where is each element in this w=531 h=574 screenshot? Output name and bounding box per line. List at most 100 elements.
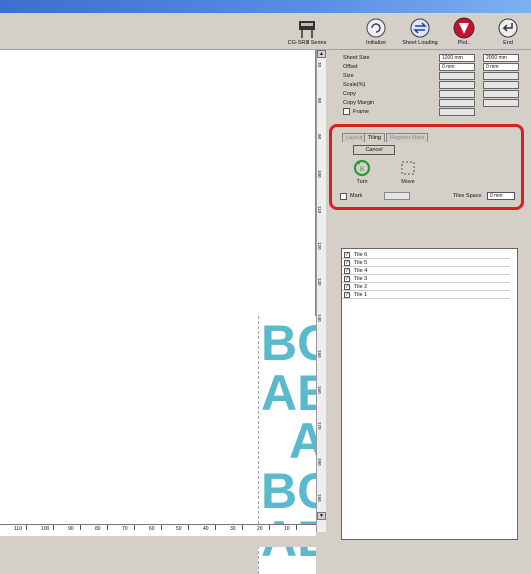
tile-checkbox[interactable]: ✓ — [344, 292, 350, 298]
copy-y-field — [483, 90, 519, 98]
initialize-button[interactable]: Initialize — [354, 17, 398, 49]
horizontal-scrollbar[interactable] — [0, 536, 316, 547]
vruler-label: 170 — [317, 422, 322, 430]
tab-tiling[interactable]: Tiling — [364, 133, 385, 142]
offset-x-field[interactable]: 0 mm — [439, 63, 475, 71]
preview-text-4: BC — [261, 463, 316, 519]
drawing-canvas[interactable]: BC AB A BC AB — [0, 50, 316, 574]
hruler-tick — [161, 525, 162, 530]
hruler-tick — [296, 525, 297, 530]
vruler-label: 110 — [317, 206, 322, 214]
hruler-label: 100 — [41, 526, 50, 532]
size-h-field — [483, 72, 519, 80]
size-w-field — [439, 72, 475, 80]
list-item[interactable]: ✓ Tile 5 — [342, 260, 510, 267]
tab-layout[interactable]: Layout — [342, 133, 367, 142]
copy-x-field — [439, 90, 475, 98]
tile-checkbox[interactable]: ✓ — [344, 268, 350, 274]
preview-text-2: AB — [261, 365, 316, 421]
frame-field — [439, 108, 475, 116]
turn-label: Turn — [356, 179, 368, 185]
hruler-tick — [80, 525, 81, 530]
hruler-label: 20 — [257, 526, 263, 532]
turn-button[interactable]: B Turn — [349, 159, 375, 185]
sheet-size-label: Sheet Size — [343, 55, 370, 61]
mark-label: Mark — [350, 193, 363, 199]
hruler-tick — [215, 525, 216, 530]
offset-label: Offset — [343, 64, 358, 70]
hruler-tick — [242, 525, 243, 530]
tile-label: Tile 2 — [354, 284, 368, 290]
move-button[interactable]: Move — [395, 159, 421, 185]
scale-row: Scale(%) — [343, 81, 531, 90]
vruler-label: 70 — [317, 62, 322, 68]
tile-checkbox[interactable]: ✓ — [344, 284, 350, 290]
copy-row: Copy — [343, 90, 531, 99]
tile-label: Tile 5 — [354, 260, 368, 266]
plot-button[interactable]: Plot.. — [442, 17, 486, 49]
offset-y-field[interactable]: 0 mm — [483, 63, 519, 71]
preview-text-1: BC — [261, 316, 316, 371]
hruler-label: 70 — [122, 526, 128, 532]
end-button[interactable]: End — [486, 17, 530, 49]
vruler-label: 90 — [317, 134, 322, 140]
list-item[interactable]: ✓ Tile 4 — [342, 268, 510, 275]
hruler-label: 60 — [149, 526, 155, 532]
title-bar — [0, 0, 531, 13]
tiles-space-field[interactable]: 0 mm — [487, 192, 515, 200]
mark-checkbox[interactable] — [340, 193, 347, 200]
list-item[interactable]: ✓ Tile 3 — [342, 276, 510, 283]
tile-label: Tile 3 — [354, 276, 368, 282]
hruler-tick — [134, 525, 135, 530]
scale-w-field — [439, 81, 475, 89]
hruler-label: 10 — [284, 526, 290, 532]
mark-field — [384, 192, 410, 200]
list-item[interactable]: ✓ Tile 2 — [342, 284, 510, 291]
vruler-label: 150 — [317, 350, 322, 358]
list-item[interactable]: ✓ Tile 6 — [342, 252, 510, 259]
hruler-label: 50 — [176, 526, 182, 532]
vruler-label: 140 — [317, 314, 322, 322]
tile-label: Tile 6 — [354, 252, 368, 258]
vruler-label: 180 — [317, 458, 322, 466]
size-row: Size — [343, 72, 531, 81]
copy-label: Copy — [343, 91, 356, 97]
tab-register-mark[interactable]: Register Mark — [386, 133, 429, 142]
hruler-tick — [53, 525, 54, 530]
refresh-icon — [366, 18, 386, 38]
sheet-height-field[interactable]: 2000 mm — [483, 54, 519, 62]
sheet-width-field[interactable]: 1200 mm — [439, 54, 475, 62]
tile-checkbox[interactable]: ✓ — [344, 276, 350, 282]
copy-margin-x-field — [439, 99, 475, 107]
horizontal-ruler: 110 100 90 80 70 60 50 40 30 20 10 — [0, 524, 316, 536]
scroll-up-button[interactable]: ▲ — [317, 50, 326, 58]
tile-list[interactable]: ✓ Tile 6 ✓ Tile 5 ✓ Tile 4 ✓ Tile 3 ✓ Tile 2 … — [341, 248, 518, 540]
tile-checkbox[interactable]: ✓ — [344, 252, 350, 258]
copy-margin-y-field — [483, 99, 519, 107]
plotter-device-button[interactable]: CG-SRⅢ Series — [285, 17, 329, 49]
hruler-label: 30 — [230, 526, 236, 532]
offset-row: Offset 0 mm 0 mm — [343, 63, 531, 72]
hruler-tick — [269, 525, 270, 530]
frame-checkbox[interactable] — [343, 108, 350, 115]
move-icon — [401, 161, 415, 175]
hruler-tick — [188, 525, 189, 530]
sheet-loading-button[interactable]: Sheet Loading — [398, 17, 442, 49]
cancel-button[interactable]: Cancel — [353, 145, 395, 155]
hruler-tick — [26, 525, 27, 530]
preview-text-3: A — [289, 416, 316, 466]
hruler-label: 90 — [68, 526, 74, 532]
plot-label: Plot.. — [457, 40, 471, 46]
tile-checkbox[interactable]: ✓ — [344, 260, 350, 266]
hruler-label: 110 — [14, 526, 22, 532]
plot-icon — [453, 17, 475, 39]
sheet-size-row: Sheet Size 1200 mm 2000 mm — [343, 54, 531, 63]
vruler-label: 130 — [317, 278, 322, 286]
vruler-label: 120 — [317, 242, 322, 250]
vruler-label: 100 — [317, 170, 322, 178]
tiling-panel: Layout Tiling Register Mark Cancel B Tur… — [329, 124, 524, 210]
hruler-label: 40 — [203, 526, 209, 532]
frame-row: Frame — [343, 108, 531, 117]
vruler-label: 160 — [317, 386, 322, 394]
list-item[interactable]: ✓ Tile 1 — [342, 292, 510, 299]
